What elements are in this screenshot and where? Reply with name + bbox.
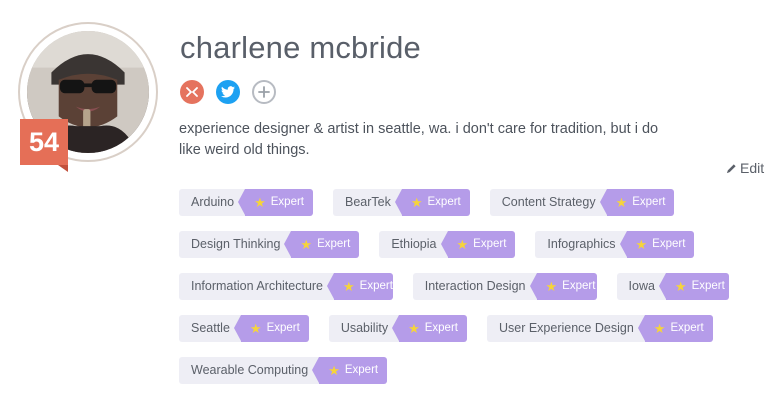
skill-level-label: Expert	[344, 364, 379, 376]
add-social-icon[interactable]	[252, 80, 276, 104]
skill-level-badge: ★ Expert	[312, 357, 388, 384]
twitter-icon[interactable]	[216, 80, 240, 104]
skill-tag[interactable]: Information Architecture ★ Expert	[179, 273, 393, 300]
skill-level-label: Expert	[427, 196, 461, 208]
tag-row: Information Architecture ★ Expert Interacti…	[179, 273, 749, 300]
skill-tag-name: Infographics	[535, 231, 627, 258]
edit-label: Edit	[740, 160, 765, 176]
skill-tag-name: BearTek	[333, 189, 402, 216]
skill-tag-name: Content Strategy	[489, 189, 607, 216]
skill-tag[interactable]: Design Thinking ★ Expert	[179, 231, 360, 258]
skill-tag[interactable]: Wearable Computing ★ Expert	[179, 357, 388, 384]
skill-level-badge: ★ Expert	[619, 231, 695, 258]
skill-level-badge: ★ Expert	[599, 189, 675, 216]
star-icon: ★	[456, 237, 469, 252]
star-icon: ★	[635, 237, 648, 252]
skill-level-badge: ★ Expert	[284, 231, 360, 258]
star-icon: ★	[410, 195, 423, 210]
skill-tag-name: User Experience Design	[486, 315, 645, 342]
star-icon: ★	[408, 321, 420, 336]
score-badge: 54	[20, 119, 68, 172]
skill-level-label: Expert	[670, 322, 704, 334]
dribbble-icon[interactable]	[180, 80, 204, 104]
skill-level-label: Expert	[691, 280, 725, 292]
skill-tag-name: Interaction Design	[412, 273, 537, 300]
skill-tag[interactable]: Interaction Design ★ Expert	[412, 273, 597, 300]
skill-tag-name: Arduino	[179, 189, 246, 216]
skill-tag[interactable]: Usability ★ Expert	[328, 315, 467, 342]
skill-tag-name: Wearable Computing	[179, 357, 320, 384]
skill-level-label: Expert	[317, 238, 351, 250]
edit-button[interactable]: Edit	[726, 160, 764, 176]
skill-level-badge: ★ Expert	[394, 189, 470, 216]
tag-row: Design Thinking ★ Expert Ethiopia ★ Expert Inf…	[179, 231, 749, 258]
profile-bio: experience designer & artist in seattle,…	[179, 121, 659, 158]
skill-tags: Arduino ★ Expert BearTek ★ Expert Content Stra…	[179, 189, 749, 399]
star-icon: ★	[653, 321, 666, 336]
skill-level-badge: ★ Expert	[327, 273, 393, 300]
star-icon: ★	[328, 363, 340, 378]
tag-row: Seattle ★ Expert Usability ★ Expert User Exper…	[179, 315, 749, 342]
skill-tag-name: Information Architecture	[179, 273, 335, 300]
skill-tag[interactable]: BearTek ★ Expert	[333, 189, 470, 216]
social-links	[180, 80, 276, 104]
tag-row: Wearable Computing ★ Expert	[179, 357, 749, 384]
pencil-icon	[726, 163, 736, 173]
skill-level-badge: ★ Expert	[440, 231, 516, 258]
skill-level-badge: ★ Expert	[658, 273, 729, 300]
profile-name: charlene mcbride	[180, 30, 421, 65]
tag-row: Arduino ★ Expert BearTek ★ Expert Content Stra…	[179, 189, 749, 216]
skill-level-label: Expert	[562, 280, 596, 292]
star-icon: ★	[545, 279, 558, 294]
skill-tag[interactable]: Infographics ★ Expert	[535, 231, 695, 258]
skill-tag[interactable]: Iowa ★ Expert	[616, 273, 729, 300]
skill-level-label: Expert	[652, 238, 686, 250]
skill-level-badge: ★ Expert	[238, 189, 313, 216]
star-icon: ★	[300, 237, 313, 252]
skill-tag[interactable]: Content Strategy ★ Expert	[489, 189, 675, 216]
skill-level-badge: ★ Expert	[392, 315, 467, 342]
skill-tag[interactable]: Seattle ★ Expert	[179, 315, 309, 342]
skill-tag-name: Design Thinking	[179, 231, 292, 258]
skill-level-label: Expert	[632, 196, 666, 208]
skill-level-label: Expert	[424, 322, 458, 334]
skill-tag[interactable]: Arduino ★ Expert	[179, 189, 313, 216]
skill-tag[interactable]: Ethiopia ★ Expert	[379, 231, 516, 258]
avatar[interactable]: 54	[18, 22, 158, 172]
skill-level-badge: ★ Expert	[233, 315, 309, 342]
skill-tag-name: Usability	[328, 315, 400, 342]
skill-tag-name: Ethiopia	[379, 231, 448, 258]
skill-level-label: Expert	[266, 322, 300, 334]
skill-level-label: Expert	[473, 238, 507, 250]
star-icon: ★	[254, 195, 266, 210]
skill-tag-name: Seattle	[179, 315, 241, 342]
star-icon: ★	[343, 279, 355, 294]
skill-level-badge: ★ Expert	[637, 315, 713, 342]
star-icon: ★	[674, 279, 687, 294]
skill-tag[interactable]: User Experience Design ★ Expert	[486, 315, 713, 342]
skill-level-label: Expert	[359, 280, 393, 292]
skill-level-label: Expert	[270, 196, 304, 208]
skill-level-badge: ★ Expert	[529, 273, 597, 300]
star-icon: ★	[615, 195, 628, 210]
star-icon: ★	[249, 321, 262, 336]
